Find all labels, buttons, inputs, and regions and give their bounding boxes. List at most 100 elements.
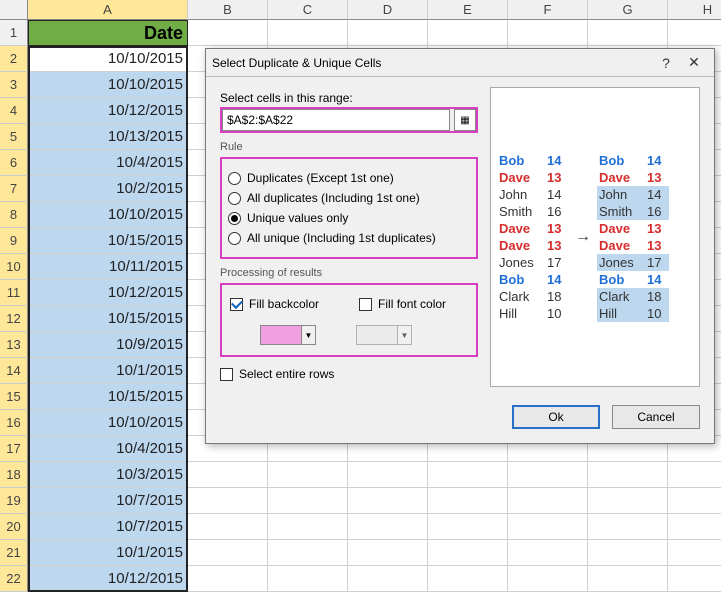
column-header-B[interactable]: B <box>188 0 268 20</box>
cell-G19[interactable] <box>588 488 668 514</box>
row-header-22[interactable]: 22 <box>0 566 28 592</box>
row-header-3[interactable]: 3 <box>0 72 28 98</box>
cell-F21[interactable] <box>508 540 588 566</box>
cell-A15[interactable]: 10/15/2015 <box>28 384 188 410</box>
cell-E1[interactable] <box>428 20 508 46</box>
cell-A18[interactable]: 10/3/2015 <box>28 462 188 488</box>
fontcolor-picker[interactable]: ▼ <box>356 325 412 345</box>
select-all-corner[interactable] <box>0 0 28 20</box>
cell-E20[interactable] <box>428 514 508 540</box>
row-header-8[interactable]: 8 <box>0 202 28 228</box>
cell-A6[interactable]: 10/4/2015 <box>28 150 188 176</box>
cell-H1[interactable] <box>668 20 721 46</box>
radio-duplicates-except-first[interactable]: Duplicates (Except 1st one) <box>228 171 470 185</box>
row-header-2[interactable]: 2 <box>0 46 28 72</box>
cell-D22[interactable] <box>348 566 428 592</box>
cell-A12[interactable]: 10/15/2015 <box>28 306 188 332</box>
ok-button[interactable]: Ok <box>512 405 600 429</box>
cell-F18[interactable] <box>508 462 588 488</box>
cell-A1[interactable]: Date <box>28 20 188 46</box>
cell-D19[interactable] <box>348 488 428 514</box>
cell-B18[interactable] <box>188 462 268 488</box>
cell-G22[interactable] <box>588 566 668 592</box>
column-header-C[interactable]: C <box>268 0 348 20</box>
cell-H19[interactable] <box>668 488 721 514</box>
dialog-titlebar[interactable]: Select Duplicate & Unique Cells ? ✕ <box>206 49 714 77</box>
row-header-9[interactable]: 9 <box>0 228 28 254</box>
cell-A21[interactable]: 10/1/2015 <box>28 540 188 566</box>
row-header-6[interactable]: 6 <box>0 150 28 176</box>
cell-B19[interactable] <box>188 488 268 514</box>
row-header-15[interactable]: 15 <box>0 384 28 410</box>
checkbox-select-entire-rows[interactable]: Select entire rows <box>220 367 478 381</box>
radio-all-unique[interactable]: All unique (Including 1st duplicates) <box>228 231 470 245</box>
column-header-F[interactable]: F <box>508 0 588 20</box>
cell-E21[interactable] <box>428 540 508 566</box>
cell-A8[interactable]: 10/10/2015 <box>28 202 188 228</box>
backcolor-picker[interactable]: ▼ <box>260 325 316 345</box>
cell-A16[interactable]: 10/10/2015 <box>28 410 188 436</box>
cell-C20[interactable] <box>268 514 348 540</box>
cell-G20[interactable] <box>588 514 668 540</box>
range-input[interactable] <box>222 109 450 131</box>
cell-A20[interactable]: 10/7/2015 <box>28 514 188 540</box>
cell-H21[interactable] <box>668 540 721 566</box>
range-picker-button[interactable]: ▦ <box>454 109 476 131</box>
checkbox-fill-backcolor[interactable]: Fill backcolor <box>230 297 319 311</box>
cell-C18[interactable] <box>268 462 348 488</box>
cell-A22[interactable]: 10/12/2015 <box>28 566 188 592</box>
cell-C1[interactable] <box>268 20 348 46</box>
cell-A3[interactable]: 10/10/2015 <box>28 72 188 98</box>
cell-A4[interactable]: 10/12/2015 <box>28 98 188 124</box>
cell-E18[interactable] <box>428 462 508 488</box>
radio-all-duplicates[interactable]: All duplicates (Including 1st one) <box>228 191 470 205</box>
row-header-4[interactable]: 4 <box>0 98 28 124</box>
help-button[interactable]: ? <box>652 55 680 71</box>
cell-F20[interactable] <box>508 514 588 540</box>
cell-B21[interactable] <box>188 540 268 566</box>
row-header-16[interactable]: 16 <box>0 410 28 436</box>
cell-F22[interactable] <box>508 566 588 592</box>
cell-G18[interactable] <box>588 462 668 488</box>
cell-A2[interactable]: 10/10/2015 <box>28 46 188 72</box>
row-header-21[interactable]: 21 <box>0 540 28 566</box>
cell-A14[interactable]: 10/1/2015 <box>28 358 188 384</box>
row-header-11[interactable]: 11 <box>0 280 28 306</box>
cell-H20[interactable] <box>668 514 721 540</box>
cell-A10[interactable]: 10/11/2015 <box>28 254 188 280</box>
cell-B22[interactable] <box>188 566 268 592</box>
row-header-18[interactable]: 18 <box>0 462 28 488</box>
cell-B1[interactable] <box>188 20 268 46</box>
column-header-H[interactable]: H <box>668 0 721 20</box>
cell-A13[interactable]: 10/9/2015 <box>28 332 188 358</box>
close-button[interactable]: ✕ <box>680 54 708 71</box>
cell-A11[interactable]: 10/12/2015 <box>28 280 188 306</box>
cell-D18[interactable] <box>348 462 428 488</box>
cell-A7[interactable]: 10/2/2015 <box>28 176 188 202</box>
row-header-20[interactable]: 20 <box>0 514 28 540</box>
row-header-12[interactable]: 12 <box>0 306 28 332</box>
row-header-10[interactable]: 10 <box>0 254 28 280</box>
cell-C19[interactable] <box>268 488 348 514</box>
cell-F1[interactable] <box>508 20 588 46</box>
cell-F19[interactable] <box>508 488 588 514</box>
cell-E19[interactable] <box>428 488 508 514</box>
cancel-button[interactable]: Cancel <box>612 405 700 429</box>
checkbox-fill-fontcolor[interactable]: Fill font color <box>359 297 446 311</box>
cell-A5[interactable]: 10/13/2015 <box>28 124 188 150</box>
cell-A9[interactable]: 10/15/2015 <box>28 228 188 254</box>
row-header-14[interactable]: 14 <box>0 358 28 384</box>
row-header-5[interactable]: 5 <box>0 124 28 150</box>
column-header-E[interactable]: E <box>428 0 508 20</box>
cell-B20[interactable] <box>188 514 268 540</box>
cell-C22[interactable] <box>268 566 348 592</box>
row-header-1[interactable]: 1 <box>0 20 28 46</box>
cell-H18[interactable] <box>668 462 721 488</box>
row-header-19[interactable]: 19 <box>0 488 28 514</box>
cell-G21[interactable] <box>588 540 668 566</box>
row-header-7[interactable]: 7 <box>0 176 28 202</box>
cell-C21[interactable] <box>268 540 348 566</box>
column-header-D[interactable]: D <box>348 0 428 20</box>
cell-G1[interactable] <box>588 20 668 46</box>
cell-D20[interactable] <box>348 514 428 540</box>
